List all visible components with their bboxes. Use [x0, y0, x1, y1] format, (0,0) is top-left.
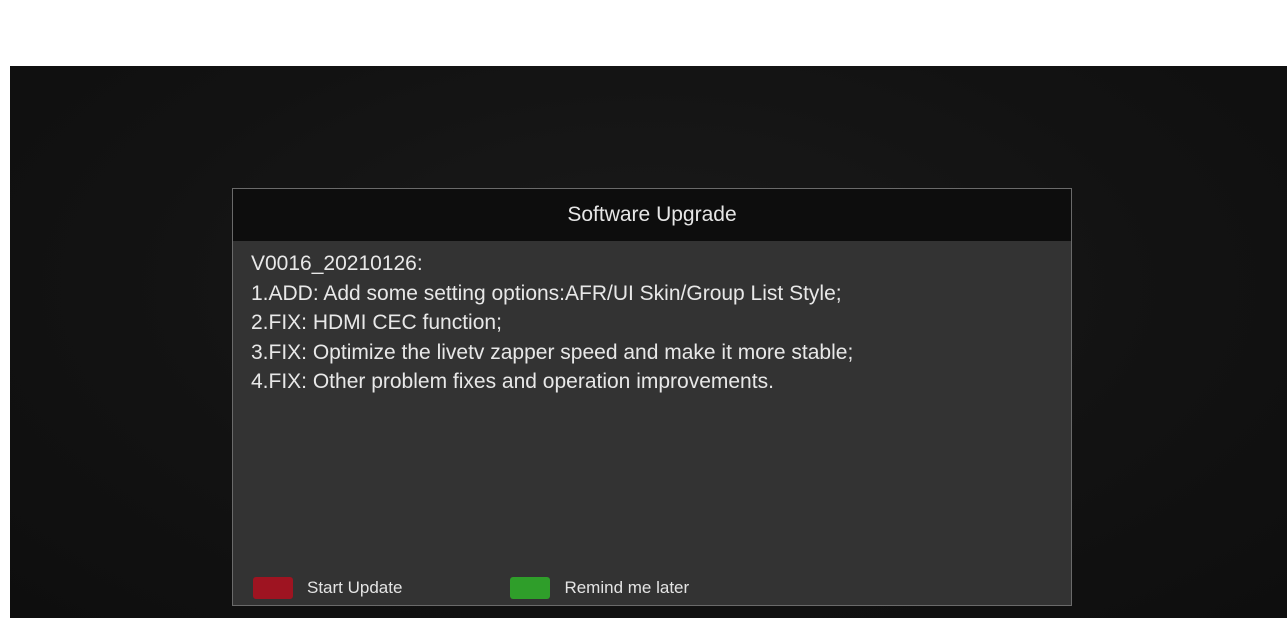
remind-me-later-button[interactable]: Remind me later: [510, 577, 689, 599]
start-update-label: Start Update: [307, 578, 403, 597]
dialog-title: Software Upgrade: [567, 203, 737, 226]
release-notes: V0016_20210126: 1.ADD: Add some setting …: [233, 241, 1071, 397]
dialog-footer: Start Update Remind me later: [253, 577, 689, 599]
green-key-icon: [510, 577, 551, 599]
release-note-item: 2.FIX: HDMI CEC function;: [251, 311, 502, 334]
release-note-item: 4.FIX: Other problem fixes and operation…: [251, 370, 774, 393]
software-upgrade-dialog: Software Upgrade V0016_20210126: 1.ADD: …: [232, 188, 1072, 606]
dialog-header: Software Upgrade: [233, 189, 1071, 241]
remind-me-later-label: Remind me later: [564, 578, 690, 597]
version-line: V0016_20210126:: [251, 252, 423, 275]
start-update-button[interactable]: Start Update: [253, 577, 402, 599]
release-note-item: 3.FIX: Optimize the livetv zapper speed …: [251, 340, 854, 364]
release-note-item: 1.ADD: Add some setting options:AFR/UI S…: [251, 281, 842, 305]
red-key-icon: [253, 577, 293, 599]
